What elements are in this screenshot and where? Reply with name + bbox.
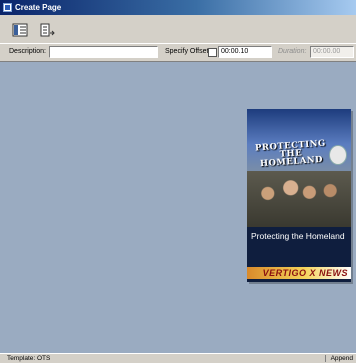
crowd-image: [247, 171, 351, 227]
preview-card[interactable]: PROTECTING THE HOMELAND Protecting the H…: [247, 109, 351, 282]
offset-input[interactable]: 00:00.10: [218, 46, 272, 58]
preview-caption: Protecting the Homeland: [251, 231, 345, 241]
preview-headline: PROTECTING THE HOMELAND: [254, 138, 327, 170]
page-layout-icon: [12, 23, 28, 37]
preview-photo: PROTECTING THE HOMELAND: [247, 109, 351, 227]
page-canvas[interactable]: PROTECTING THE HOMELAND Protecting the H…: [0, 62, 356, 353]
page-layout-button[interactable]: [12, 22, 28, 38]
specify-offset-label: Specify Offset:: [165, 48, 211, 55]
status-divider: [325, 355, 326, 362]
page-fields-bar: Description: Specify Offset: 00:00.10 Du…: [0, 44, 356, 62]
duration-input: 00:00.00: [310, 46, 354, 58]
seal-icon: [329, 145, 347, 165]
description-input[interactable]: [49, 46, 158, 58]
news-banner: VERTIGO X NEWS: [247, 267, 351, 279]
duration-label: Duration:: [278, 48, 307, 55]
title-bar[interactable]: Create Page: [0, 0, 356, 15]
append-page-button[interactable]: [39, 22, 55, 38]
window-title: Create Page: [15, 3, 62, 12]
toolbar: [0, 15, 356, 44]
description-label: Description:: [9, 48, 46, 55]
append-page-icon: [40, 23, 55, 37]
app-icon: [3, 3, 12, 12]
specify-offset-checkbox[interactable]: [208, 48, 217, 57]
